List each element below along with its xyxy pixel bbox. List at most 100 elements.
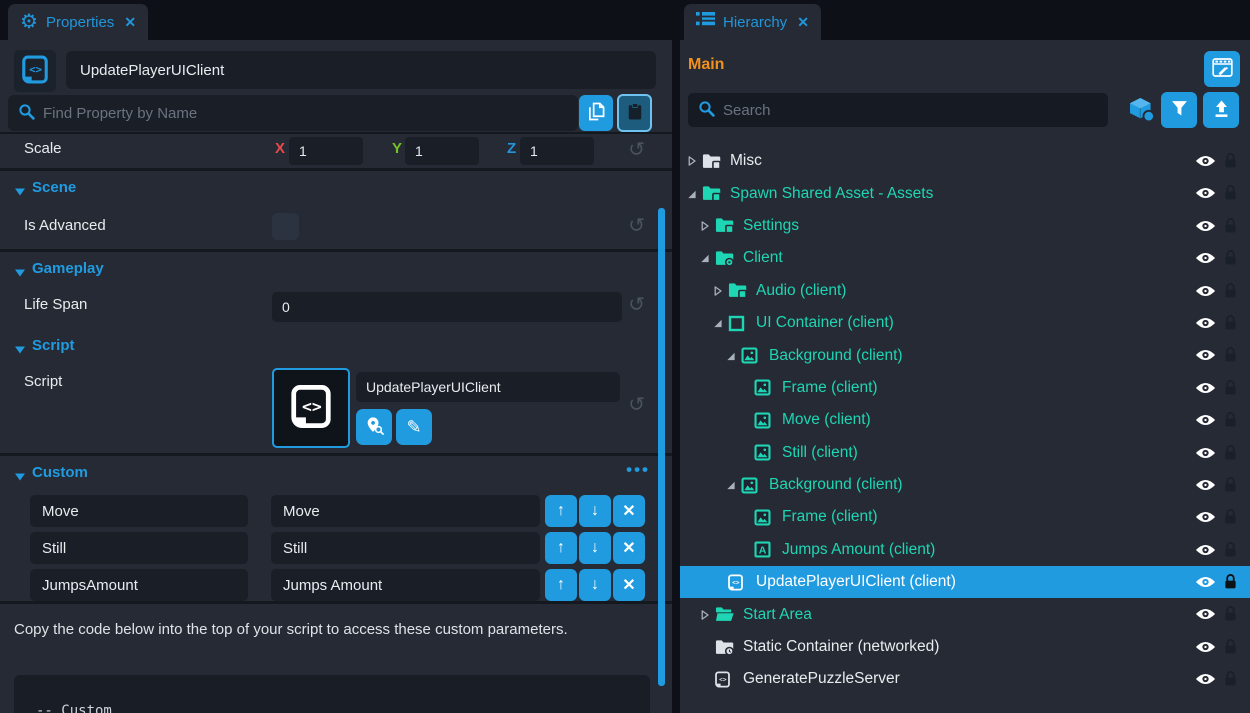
move-down-button[interactable]: ↓	[579, 569, 611, 601]
eye-icon[interactable]	[1195, 154, 1216, 172]
tree-item-updateplayeruiclient-client[interactable]: <>UpdatePlayerUIClient (client)	[680, 566, 1250, 598]
copy-properties-button[interactable]	[579, 95, 613, 131]
lock-icon[interactable]	[1224, 541, 1237, 562]
eye-icon[interactable]	[1195, 186, 1216, 204]
collapse-triangle-icon[interactable]	[14, 184, 26, 201]
eye-icon[interactable]	[1195, 510, 1216, 528]
lock-icon[interactable]	[1224, 508, 1237, 529]
lock-icon[interactable]	[1224, 476, 1237, 497]
tree-item-client[interactable]: Client	[680, 242, 1250, 274]
expand-collapsed-icon[interactable]	[699, 609, 715, 621]
lock-icon[interactable]	[1224, 411, 1237, 432]
tree-item-background-client[interactable]: Background (client)	[680, 469, 1250, 501]
lock-icon[interactable]	[1224, 249, 1237, 270]
eye-icon[interactable]	[1195, 575, 1216, 593]
reset-is-advanced-icon[interactable]: ↺	[628, 216, 645, 236]
tree-item-frame-client[interactable]: Frame (client)	[680, 501, 1250, 533]
scale-x-input[interactable]	[289, 137, 363, 165]
lock-icon[interactable]	[1224, 346, 1237, 367]
tree-item-settings[interactable]: Settings	[680, 210, 1250, 242]
expand-collapsed-icon[interactable]	[712, 285, 728, 297]
tree-item-generatepuzzleserver[interactable]: <>GeneratePuzzleServer	[680, 663, 1250, 695]
custom-menu-icon[interactable]: •••	[626, 460, 650, 480]
close-properties-icon[interactable]: ✕	[124, 14, 136, 31]
expand-expanded-icon[interactable]	[725, 479, 741, 491]
tree-item-misc[interactable]: Misc	[680, 145, 1250, 177]
move-up-button[interactable]: ↑	[545, 532, 577, 564]
eye-icon[interactable]	[1195, 219, 1216, 237]
section-custom[interactable]: Custom •••	[0, 456, 672, 490]
find-script-button[interactable]	[356, 409, 392, 445]
upload-button[interactable]	[1203, 92, 1239, 128]
reset-scale-icon[interactable]: ↺	[628, 140, 645, 160]
move-up-button[interactable]: ↑	[545, 495, 577, 527]
collapse-triangle-icon[interactable]	[14, 265, 26, 282]
properties-scrollbar[interactable]	[658, 208, 665, 686]
reset-script-icon[interactable]: ↺	[628, 395, 645, 415]
cube-badge-icon[interactable]	[1127, 96, 1156, 127]
move-up-button[interactable]: ↑	[545, 569, 577, 601]
move-down-button[interactable]: ↓	[579, 495, 611, 527]
lock-icon[interactable]	[1224, 379, 1237, 400]
paste-properties-button[interactable]	[617, 94, 652, 132]
section-gameplay[interactable]: Gameplay	[0, 252, 672, 286]
reset-life-span-icon[interactable]: ↺	[628, 295, 645, 315]
custom-param-name-input[interactable]	[30, 569, 248, 601]
tab-hierarchy[interactable]: Hierarchy ✕	[684, 4, 821, 40]
scale-y-input[interactable]	[405, 137, 479, 165]
find-property-field[interactable]	[8, 95, 578, 131]
expand-collapsed-icon[interactable]	[699, 220, 715, 232]
hierarchy-search-field[interactable]	[688, 93, 1108, 127]
eye-icon[interactable]	[1195, 284, 1216, 302]
eye-icon[interactable]	[1195, 672, 1216, 690]
expand-expanded-icon[interactable]	[699, 252, 715, 264]
expand-expanded-icon[interactable]	[712, 317, 728, 329]
delete-param-button[interactable]: ✕	[613, 532, 645, 564]
object-name-input[interactable]	[66, 51, 656, 89]
find-property-input[interactable]	[43, 105, 568, 122]
custom-param-display-input[interactable]	[271, 495, 540, 527]
custom-param-display-input[interactable]	[271, 532, 540, 564]
expand-collapsed-icon[interactable]	[686, 155, 702, 167]
hierarchy-search-input[interactable]	[723, 102, 1098, 119]
tree-item-frame-client[interactable]: Frame (client)	[680, 372, 1250, 404]
life-span-input[interactable]	[272, 292, 622, 322]
tree-item-jumps-amount-client[interactable]: AJumps Amount (client)	[680, 534, 1250, 566]
tree-item-background-client[interactable]: Background (client)	[680, 339, 1250, 371]
eye-icon[interactable]	[1195, 413, 1216, 431]
edit-script-button[interactable]: ✎	[396, 409, 432, 445]
eye-icon[interactable]	[1195, 316, 1216, 334]
tree-item-still-client[interactable]: Still (client)	[680, 437, 1250, 469]
lock-icon[interactable]	[1224, 152, 1237, 173]
custom-param-display-input[interactable]	[271, 569, 540, 601]
close-hierarchy-icon[interactable]: ✕	[797, 14, 809, 31]
lock-icon[interactable]	[1224, 217, 1237, 238]
lock-icon[interactable]	[1224, 605, 1237, 626]
lock-icon[interactable]	[1224, 184, 1237, 205]
lock-icon[interactable]	[1224, 314, 1237, 335]
lock-icon[interactable]	[1224, 638, 1237, 659]
delete-param-button[interactable]: ✕	[613, 495, 645, 527]
lock-icon[interactable]	[1224, 444, 1237, 465]
tree-item-start-area[interactable]: Start Area	[680, 598, 1250, 630]
tree-item-spawn-shared-asset-assets[interactable]: Spawn Shared Asset - Assets	[680, 177, 1250, 209]
eye-icon[interactable]	[1195, 543, 1216, 561]
lock-icon[interactable]	[1224, 282, 1237, 303]
tree-item-static-container-networked[interactable]: Static Container (networked)	[680, 631, 1250, 663]
section-scene[interactable]: Scene	[0, 171, 672, 205]
eye-icon[interactable]	[1195, 251, 1216, 269]
scene-launch-button[interactable]	[1204, 51, 1240, 87]
move-down-button[interactable]: ↓	[579, 532, 611, 564]
delete-param-button[interactable]: ✕	[613, 569, 645, 601]
eye-icon[interactable]	[1195, 348, 1216, 366]
eye-icon[interactable]	[1195, 381, 1216, 399]
expand-expanded-icon[interactable]	[686, 188, 702, 200]
scale-z-input[interactable]	[520, 137, 594, 165]
lock-icon[interactable]	[1224, 670, 1237, 691]
collapse-triangle-icon[interactable]	[14, 342, 26, 359]
custom-param-name-input[interactable]	[30, 495, 248, 527]
lock-icon[interactable]	[1224, 573, 1237, 594]
tree-item-ui-container-client[interactable]: UI Container (client)	[680, 307, 1250, 339]
eye-icon[interactable]	[1195, 640, 1216, 658]
is-advanced-checkbox[interactable]	[272, 213, 299, 240]
